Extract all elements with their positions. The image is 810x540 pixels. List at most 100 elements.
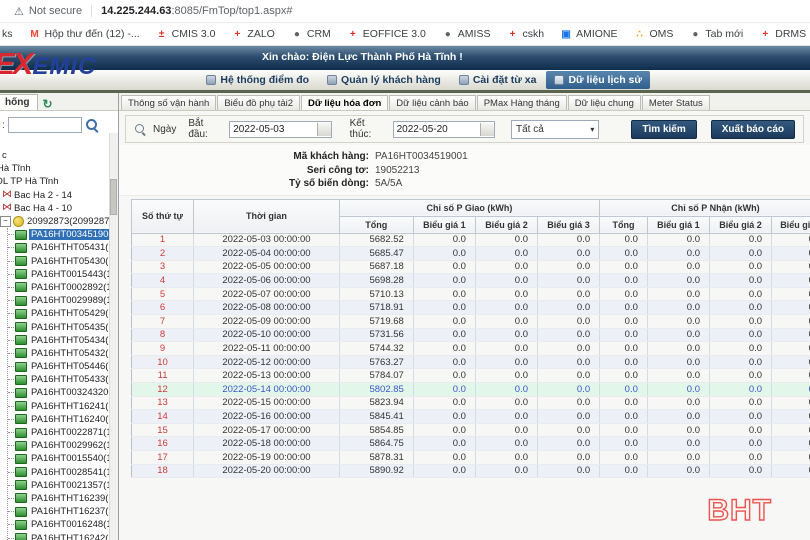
subcol-pn-bg3[interactable]: Biểu giá 3 <box>772 216 810 233</box>
meter-tree-item[interactable]: PA16HTHT16239(190 <box>8 492 118 505</box>
meter-tree-item[interactable]: PA16HTHT05435(190 <box>8 320 118 333</box>
meter-tree-item[interactable]: PA16HTHT16237(190 <box>8 505 118 518</box>
calendar-icon[interactable] <box>480 123 494 136</box>
tab-bi-u-ph-t-i2[interactable]: Biểu đồ phụ tải2 <box>217 95 300 110</box>
bookmark-item[interactable]: ∴OMS <box>634 28 674 40</box>
tab-meter-status[interactable]: Meter Status <box>642 95 710 110</box>
bookmark-item[interactable]: ●Tab mới <box>689 28 743 40</box>
bookmark-item[interactable]: ●CRM <box>291 28 331 40</box>
meter-tree-item[interactable]: PA16HT0028541(190 <box>8 466 118 479</box>
sidebar-tab-he-thong[interactable]: hống <box>0 94 38 110</box>
subcol-pn-bg1[interactable]: Biểu giá 1 <box>647 216 709 233</box>
bookmark-item[interactable]: MHộp thư đến (12) -... <box>29 28 140 40</box>
col-header-stt[interactable]: Số thứ tự <box>132 199 194 233</box>
table-row[interactable]: 62022-05-08 00:00:005718.910.00.00.00.00… <box>132 301 810 315</box>
bookmark-item[interactable]: ks <box>2 28 13 40</box>
meter-tree-item[interactable]: PA16HT0015540(190 <box>8 452 118 465</box>
table-row[interactable]: 92022-05-11 00:00:005744.320.00.00.00.00… <box>132 342 810 356</box>
table-row[interactable]: 32022-05-05 00:00:005687.180.00.00.00.00… <box>132 260 810 274</box>
menu-item-link[interactable]: Hệ thống điểm đo <box>198 71 317 89</box>
filter-select[interactable]: Tất cả ▾ <box>511 120 599 139</box>
start-date-input[interactable]: 2022-05-03 <box>229 121 331 138</box>
col-header-time[interactable]: Thời gian <box>194 199 340 233</box>
bookmark-item[interactable]: +EOFFICE 3.0 <box>347 28 426 40</box>
meter-tree-item[interactable]: PA16HTHT05432(190 <box>8 347 118 360</box>
menu-item-active[interactable]: Dữ liệu lịch sử <box>546 71 650 89</box>
tab-d-li-u-chung[interactable]: Dữ liệu chung <box>568 95 641 110</box>
subcol-pg-bg2[interactable]: Biểu giá 2 <box>475 216 537 233</box>
meter-tree-item[interactable]: PA16HT0016248(190 <box>8 518 118 531</box>
table-row[interactable]: 142022-05-16 00:00:005845.410.00.00.00.0… <box>132 410 810 424</box>
tree-item[interactable]: −20992873(20992873) <box>0 215 118 228</box>
tree-item[interactable]: ⋈Bac Ha 4 - 10 <box>0 202 118 215</box>
bookmark-item[interactable]: ±CMIS 3.0 <box>156 28 216 40</box>
tree-item[interactable]: Hà Tĩnh <box>0 162 118 175</box>
table-row[interactable]: 182022-05-20 00:00:005890.920.00.00.00.0… <box>132 464 810 478</box>
cell-stt: 16 <box>132 437 194 451</box>
meter-tree-item[interactable]: PA16HTHT05429(190 <box>8 307 118 320</box>
table-row[interactable]: 172022-05-19 00:00:005878.310.00.00.00.0… <box>132 451 810 465</box>
meter-tree-item[interactable]: PA16HTHT16242(190 <box>8 531 118 540</box>
meter-tree-item[interactable]: PA16HT0034519001(19 <box>8 228 118 241</box>
table-row[interactable]: 162022-05-18 00:00:005864.750.00.00.00.0… <box>132 437 810 451</box>
end-date-input[interactable]: 2022-05-20 <box>393 121 495 138</box>
table-row[interactable]: 112022-05-13 00:00:005784.070.00.00.00.0… <box>132 369 810 383</box>
meter-tree-item[interactable]: PA16HTHT16241(190 <box>8 400 118 413</box>
table-row[interactable]: 22022-05-04 00:00:005685.470.00.00.00.00… <box>132 247 810 261</box>
table-row[interactable]: 52022-05-07 00:00:005710.130.00.00.00.00… <box>132 287 810 301</box>
meter-tree-item[interactable]: PA16HTHT05434(190 <box>8 334 118 347</box>
sidebar-search-input[interactable] <box>8 117 82 133</box>
sidebar-scrollbar-thumb[interactable] <box>110 179 117 215</box>
meter-label: PA16HT0022871(190 <box>29 427 118 438</box>
table-row[interactable]: 42022-05-06 00:00:005698.280.00.00.00.00… <box>132 274 810 288</box>
subcol-pn-bg2[interactable]: Biểu giá 2 <box>709 216 771 233</box>
subcol-pn-tong[interactable]: Tổng <box>600 216 648 233</box>
menu-item-link[interactable]: Quản lý khách hàng <box>319 71 449 89</box>
bookmark-item[interactable]: +cskh <box>506 28 544 40</box>
meter-tree-item[interactable]: PA16HTHT05430(190 <box>8 255 118 268</box>
tab-d-li-u-h-a-n[interactable]: Dữ liệu hóa đơn <box>301 95 388 110</box>
tab-pmax-h-ng-th-ng[interactable]: PMax Hàng tháng <box>477 95 567 110</box>
menu-item-link[interactable]: Cài đặt từ xa <box>451 71 545 89</box>
table-row[interactable]: 152022-05-17 00:00:005854.850.00.00.00.0… <box>132 423 810 437</box>
calendar-icon[interactable] <box>317 123 331 136</box>
tree-item[interactable]: ⋈Bac Ha 2 - 14 <box>0 189 118 202</box>
table-row[interactable]: 122022-05-14 00:00:005802.850.00.00.00.0… <box>132 383 810 397</box>
table-row[interactable]: 132022-05-15 00:00:005823.940.00.00.00.0… <box>132 396 810 410</box>
meter-tree-item[interactable]: PA16HT0021357(190 <box>8 479 118 492</box>
subcol-pg-bg3[interactable]: Biểu giá 3 <box>538 216 600 233</box>
search-button[interactable]: Tìm kiếm <box>631 120 696 139</box>
bookmark-item[interactable]: ●AMISS <box>442 28 491 40</box>
browser-url-bar[interactable]: ⚠ Not secure 14.225.244.63 :8085/FmTop/t… <box>0 0 810 23</box>
meter-tree-item[interactable]: PA16HT0015443(190 <box>8 268 118 281</box>
bookmark-item[interactable]: +DRMS <box>759 28 806 40</box>
tab-d-li-u-c-nh-b-o[interactable]: Dữ liệu cảnh báo <box>389 95 475 110</box>
subcol-pg-bg1[interactable]: Biểu giá 1 <box>413 216 475 233</box>
table-row[interactable]: 102022-05-12 00:00:005763.270.00.00.00.0… <box>132 355 810 369</box>
export-report-button[interactable]: Xuất báo cáo <box>711 120 795 139</box>
meter-tree-item[interactable]: PA16HTHT05431(190 <box>8 241 118 254</box>
bookmark-item[interactable]: ▣AMIONE <box>560 28 617 40</box>
table-row[interactable]: 12022-05-03 00:00:005682.520.00.00.00.00… <box>132 233 810 247</box>
meter-tree-item[interactable]: PA16HT0002892(190 <box>8 281 118 294</box>
meter-tree-item[interactable]: PA16HT0032432001( <box>8 386 118 399</box>
refresh-icon[interactable]: ↻ <box>42 98 52 110</box>
content-tab-row: Thông số vận hànhBiểu đồ phụ tải2Dữ liệu… <box>119 93 810 111</box>
collapse-icon[interactable]: − <box>0 216 11 227</box>
tree-item[interactable]: c <box>0 149 118 162</box>
table-row[interactable]: 82022-05-10 00:00:005731.560.00.00.00.00… <box>132 328 810 342</box>
meter-tree-item[interactable]: PA16HTHT16240(190 <box>8 413 118 426</box>
meter-tree-item[interactable]: PA16HTHT05433(190 <box>8 373 118 386</box>
cell-value: 0.0 <box>413 451 475 465</box>
meter-tree-item[interactable]: PA16HT0029989(190 <box>8 294 118 307</box>
sidebar-search-icon[interactable] <box>85 118 99 132</box>
meter-tree-item[interactable]: PA16HTHT05446(190 <box>8 360 118 373</box>
meter-tree-item[interactable]: PA16HT0022871(190 <box>8 426 118 439</box>
tree-item[interactable]: ĐL TP Hà Tĩnh <box>0 175 118 188</box>
table-row[interactable]: 72022-05-09 00:00:005719.680.00.00.00.00… <box>132 315 810 329</box>
meter-tree-item[interactable]: PA16HT0029962(190 <box>8 439 118 452</box>
bookmark-item[interactable]: +ZALO <box>231 28 274 40</box>
sidebar-scrollbar[interactable] <box>109 133 118 540</box>
tab-th-ng-s-v-n-h-nh[interactable]: Thông số vận hành <box>121 95 216 110</box>
subcol-pg-tong[interactable]: Tổng <box>339 216 413 233</box>
